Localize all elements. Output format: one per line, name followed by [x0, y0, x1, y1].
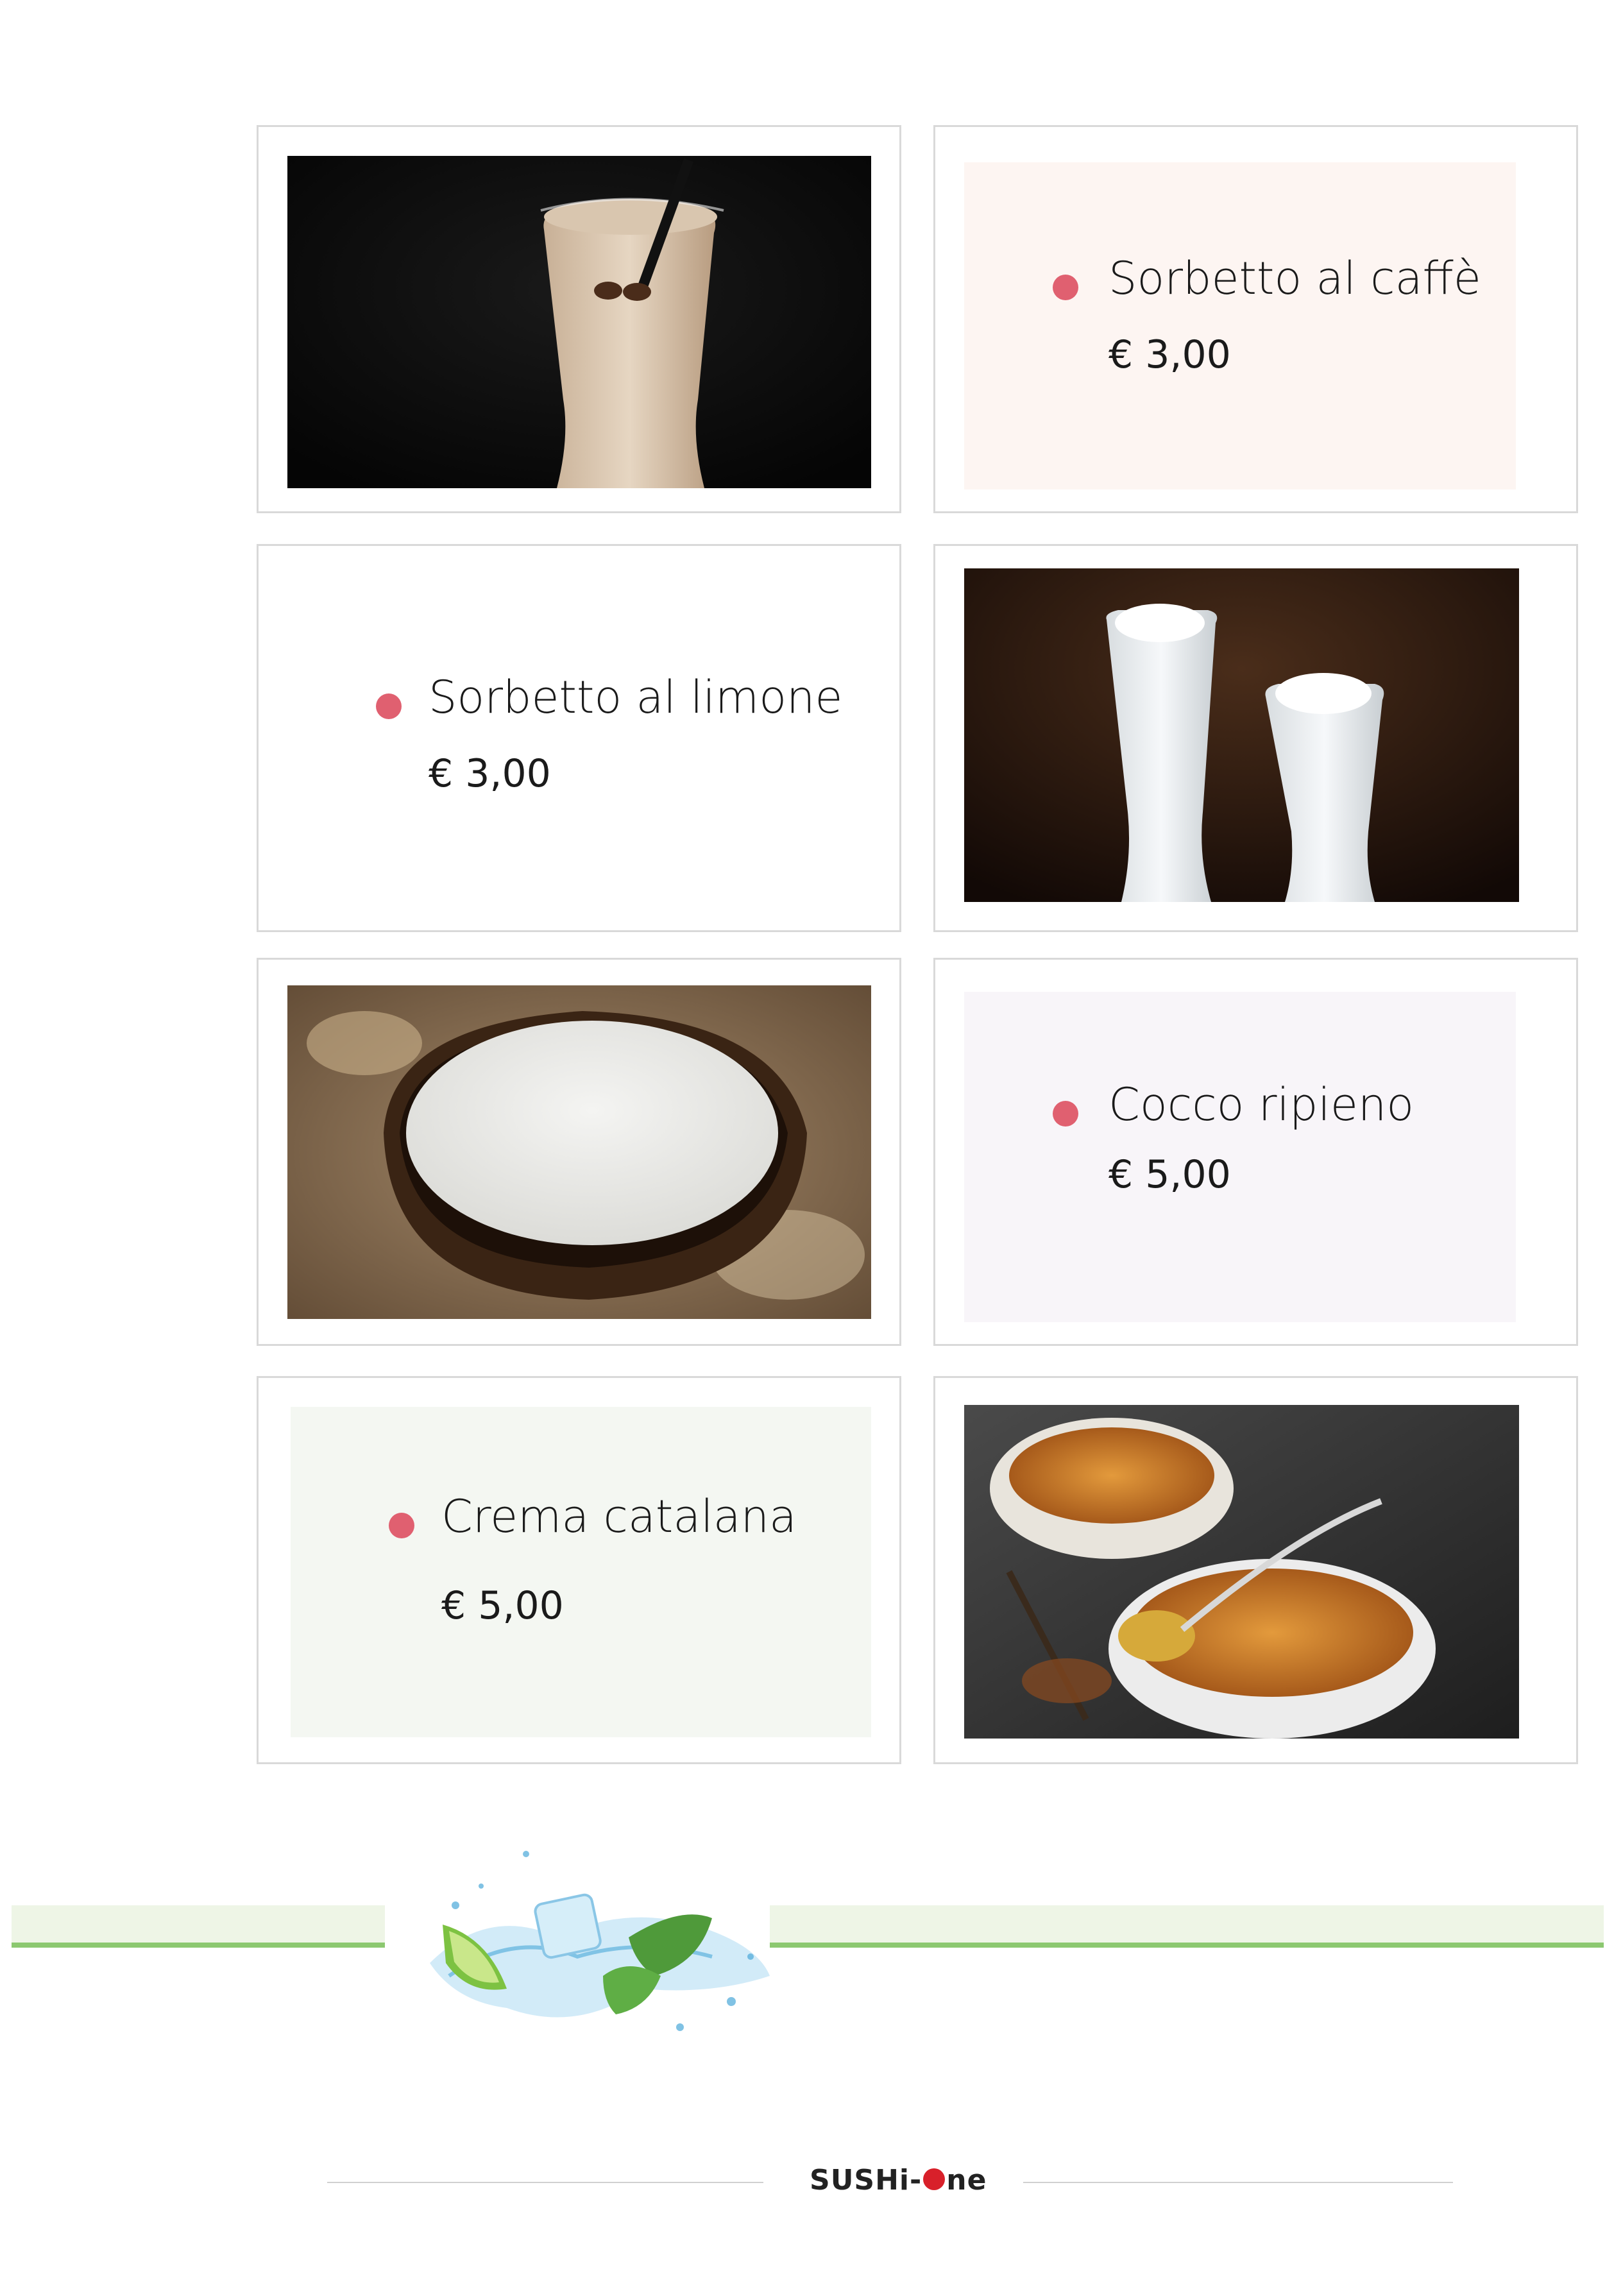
- coffee-sorbet-photo: [287, 156, 871, 488]
- bullet-icon: [1053, 275, 1078, 300]
- left-green-band: [12, 1905, 385, 1943]
- menu-card-coffee-photo: [257, 125, 901, 513]
- menu-card-coconut-photo: [257, 958, 901, 1346]
- stuffed-coconut-photo: [287, 985, 871, 1319]
- menu-card-coconut-text: Cocco ripieno € 5,00: [933, 958, 1578, 1346]
- bullet-icon: [376, 693, 402, 719]
- item-name: Sorbetto al caffè: [1109, 252, 1481, 305]
- menu-card-lemon-photo: [933, 544, 1578, 932]
- left-green-line: [12, 1943, 385, 1948]
- crema-catalana-photo: [964, 1405, 1519, 1739]
- item-price: € 5,00: [441, 1583, 564, 1628]
- item-price: € 5,00: [1109, 1152, 1231, 1197]
- menu-card-coffee-text: Sorbetto al caffè € 3,00: [933, 125, 1578, 513]
- item-name: Crema catalana: [441, 1490, 797, 1543]
- footer-divider-left: [327, 2182, 763, 2183]
- item-price: € 3,00: [429, 751, 551, 796]
- menu-card-catalana-text: Crema catalana € 5,00: [257, 1376, 901, 1764]
- right-green-band: [770, 1905, 1604, 1943]
- lemon-sorbet-photo: [964, 568, 1519, 902]
- catalana-panel: [291, 1407, 871, 1737]
- right-green-line: [770, 1943, 1604, 1948]
- coconut-panel: [964, 992, 1516, 1322]
- coffee-panel: [964, 162, 1516, 489]
- logo-mark-icon: [923, 2168, 946, 2190]
- item-price: € 3,00: [1109, 332, 1231, 377]
- bullet-icon: [1053, 1101, 1078, 1127]
- menu-card-lemon-text: Sorbetto al limone € 3,00: [257, 544, 901, 932]
- item-name: Sorbetto al limone: [429, 671, 843, 724]
- menu-card-catalana-photo: [933, 1376, 1578, 1764]
- bullet-icon: [389, 1513, 414, 1538]
- item-name: Cocco ripieno: [1109, 1078, 1414, 1131]
- footer-divider-right: [1023, 2182, 1453, 2183]
- sushi-one-logo: SUSHi-ne: [810, 2164, 987, 2197]
- water-splash-lime-ice-mint-icon: [411, 1828, 789, 2098]
